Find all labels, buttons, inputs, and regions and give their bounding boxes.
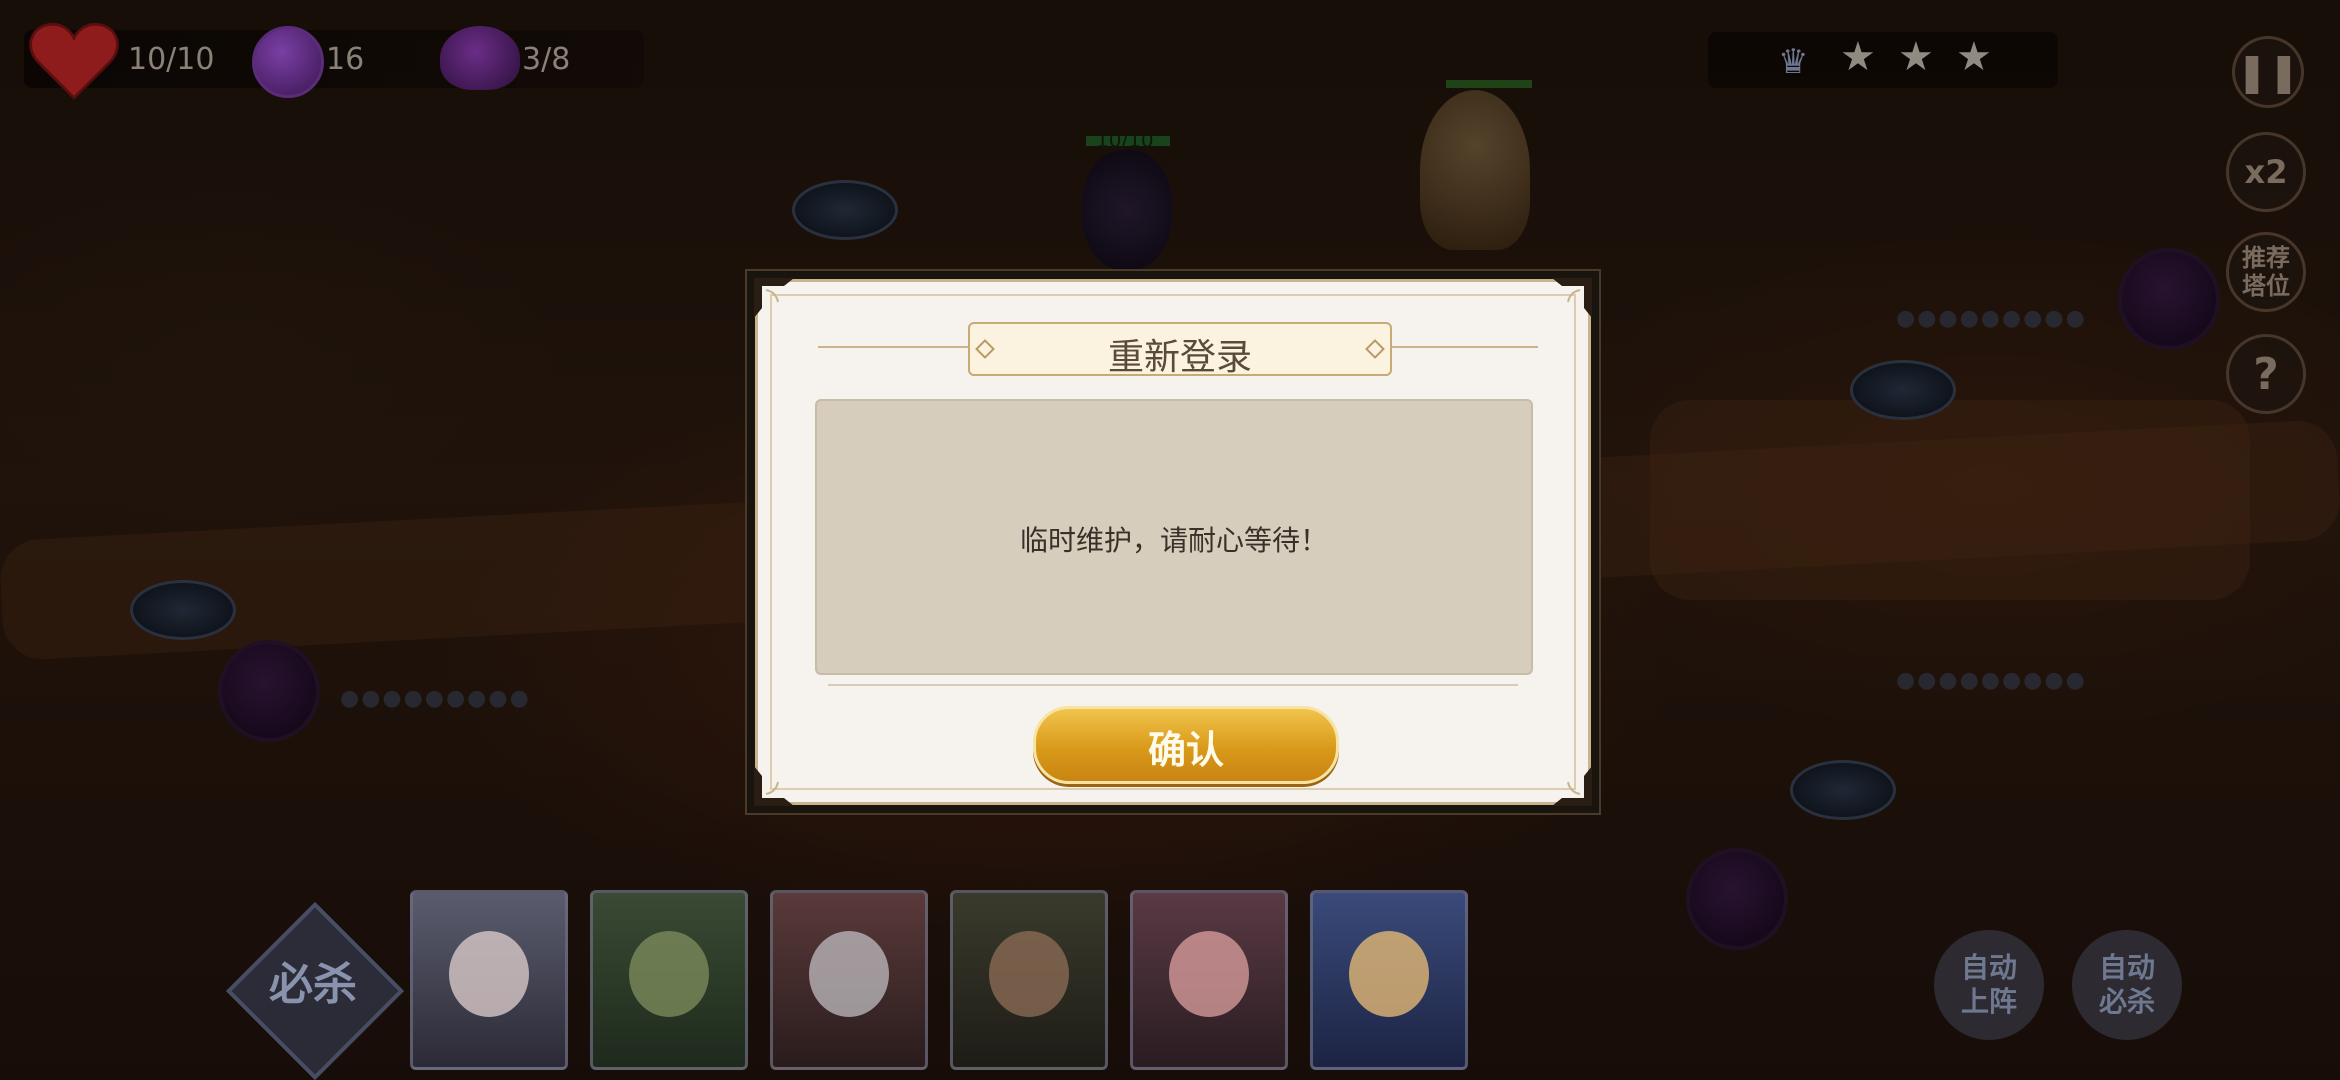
relogin-dialog: 重新登录 临时维护，请耐心等待！ 确认 [745, 269, 1601, 815]
hero-portrait [629, 931, 709, 1017]
heart-icon [29, 22, 119, 100]
pause-button[interactable]: ❚❚ [2232, 36, 2304, 108]
crown-icon: ♛ [1778, 42, 1809, 82]
dialog-message-box: 临时维护，请耐心等待！ [815, 399, 1533, 675]
recommend-label-1: 推荐 [2242, 244, 2290, 272]
ultimate-skill-label: 必杀 [269, 959, 357, 1010]
dialog-title: 重新登录 [1107, 337, 1252, 378]
corner-ornament-icon [1552, 766, 1592, 806]
message-divider [828, 684, 1518, 686]
corner-ornament-icon [754, 766, 794, 806]
auto-deploy-label-1: 自动 [1960, 951, 2017, 984]
dialog-panel: 重新登录 临时维护，请耐心等待！ 确认 [754, 278, 1592, 806]
star-icon: ★ [1956, 34, 1992, 80]
star-rating-bar [1708, 32, 2058, 88]
corner-ornament-icon [754, 278, 794, 318]
lives-counter: 10/10 [128, 42, 215, 77]
hero-card[interactable] [1130, 890, 1288, 1070]
title-divider-left [818, 346, 968, 348]
corner-ornament-icon [1552, 278, 1592, 318]
paw-coin-icon [252, 26, 324, 98]
hero-card[interactable] [410, 890, 568, 1070]
confirm-button[interactable]: 确认 [1033, 706, 1339, 784]
hero-portrait [449, 931, 529, 1017]
recommend-tower-button[interactable]: 推荐 塔位 [2226, 232, 2306, 312]
dialog-message: 临时维护，请耐心等待！ [1019, 524, 1328, 557]
auto-deploy-label-2: 上阵 [1960, 985, 2017, 1018]
title-divider-right [1388, 346, 1538, 348]
help-button[interactable]: ? [2226, 334, 2306, 414]
auto-skill-label-2: 必杀 [2098, 985, 2155, 1018]
auto-deploy-button[interactable]: 自动 上阵 [1934, 930, 2044, 1040]
hero-portrait [989, 931, 1069, 1017]
hero-card[interactable] [770, 890, 928, 1070]
dialog-title-plate: 重新登录 [968, 322, 1392, 378]
confirm-button-label: 确认 [1147, 728, 1224, 772]
auto-skill-button[interactable]: 自动 必杀 [2072, 930, 2182, 1040]
speed-button[interactable]: x2 [2226, 132, 2306, 212]
slime-wave-icon [440, 26, 520, 90]
star-icon: ★ [1840, 34, 1876, 80]
auto-skill-label-1: 自动 [2098, 951, 2155, 984]
wave-counter: 3/8 [522, 42, 571, 77]
hero-card[interactable] [1310, 890, 1468, 1070]
coin-counter: 16 [326, 42, 365, 77]
hero-card[interactable] [590, 890, 748, 1070]
hero-card[interactable] [950, 890, 1108, 1070]
hero-portrait [1349, 931, 1429, 1017]
hero-portrait [809, 931, 889, 1017]
hero-portrait [1169, 931, 1249, 1017]
star-icon: ★ [1898, 34, 1934, 80]
recommend-label-2: 塔位 [2242, 272, 2290, 300]
